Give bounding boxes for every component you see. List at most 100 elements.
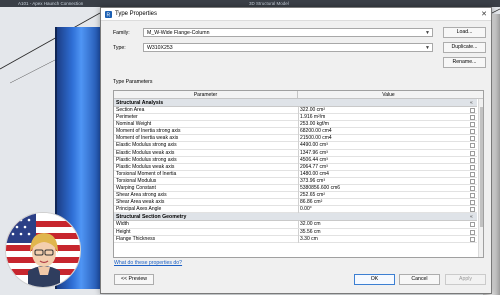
parameter-row[interactable]: Torsional Modulus 373.96 cm³ [114,177,477,186]
parameter-checkbox[interactable] [470,193,475,199]
parameter-row[interactable]: Moment of Inertia strong axis 68200.00 cm… [114,128,477,136]
parameter-row[interactable]: Moment of Inertia weak axis 21500.00 cm4 [114,135,477,143]
parameter-checkbox[interactable] [470,207,475,213]
parameter-value[interactable]: 1480.00 cm4 [300,171,465,178]
parameter-row[interactable]: Torsional Moment of Inertia 1480.00 cm4 [114,170,477,178]
parameter-row[interactable]: Plastic Modulus strong axis 4506.44 cm³ [114,156,477,164]
family-label: Family: [113,30,130,36]
type-properties-dialog: R Type Properties ✕ Family: M_W-Wide Fla… [100,7,492,294]
parameter-value[interactable]: 32.00 cm [300,221,465,228]
parameter-name: Flange Thickness [116,235,156,242]
parameter-name: Plastic Modulus weak axis [116,163,175,170]
parameter-value[interactable]: 1.916 m²/m [300,114,465,121]
parameter-name: Nominal Weight [116,121,152,128]
help-link[interactable]: What do these properties do? [114,260,182,267]
parameter-value[interactable]: 86.86 cm² [300,199,465,206]
close-icon[interactable]: ✕ [479,10,489,19]
load-button[interactable]: Load... [443,27,486,38]
type-parameters-label: Type Parameters [113,79,153,85]
parameter-row[interactable]: Plastic Modulus weak axis 2064.77 cm³ [114,163,477,171]
parameter-checkbox[interactable] [470,178,475,184]
parameter-row[interactable]: Elastic Modulus weak axis 1347.96 cm³ [114,149,477,157]
parameter-name: Torsional Modulus [116,177,157,184]
apply-button[interactable]: Apply [445,274,486,285]
scrollbar-thumb[interactable] [480,107,483,227]
ok-button[interactable]: OK [354,274,395,285]
parameter-value[interactable]: 253.00 kgf/m [300,121,465,128]
parameter-name: Perimeter [116,114,138,121]
parameter-value[interactable]: 4506.44 cm³ [300,157,465,164]
parameter-row[interactable]: Nominal Weight 253.00 kgf/m [114,121,477,129]
parameter-checkbox[interactable] [470,136,475,142]
preview-button[interactable]: << Preview [114,274,154,285]
column-divider [298,142,299,150]
parameter-value[interactable]: 5380856.600 cm6 [300,185,465,192]
parameter-checkbox[interactable] [470,171,475,177]
parameter-row[interactable]: Height 35.56 cm [114,228,477,236]
parameter-checkbox[interactable] [470,129,475,135]
duplicate-button[interactable]: Duplicate... [443,42,486,53]
parameter-value[interactable]: 252.65 cm² [300,192,465,199]
parameter-checkbox[interactable] [470,229,475,235]
parameter-name: Torsional Moment of Inertia [116,170,177,177]
column-divider [298,221,299,229]
parameter-row[interactable]: Section Area 322.00 cm² [114,107,477,115]
parameter-value[interactable]: 373.96 cm³ [300,178,465,185]
parameter-checkbox[interactable] [470,236,475,242]
view-tab-3d[interactable]: 3D Structural Model [245,0,293,7]
parameter-name: Principal Axes Angle [116,206,162,213]
parameter-value[interactable]: 35.56 cm [300,229,465,236]
parameter-checkbox[interactable] [470,200,475,206]
parameter-value[interactable]: 0.00° [300,206,465,213]
parameter-row[interactable]: Perimeter 1.916 m²/m [114,114,477,122]
parameter-name: Warping Constant [116,185,156,192]
parameter-value[interactable]: 322.00 cm² [300,107,465,114]
parameter-checkbox[interactable] [470,222,475,228]
parameter-value[interactable]: 21500.00 cm4 [300,135,465,142]
parameter-group-title: Structural Section Geometry [116,214,187,221]
parameter-name: Moment of Inertia weak axis [116,135,179,142]
parameter-row[interactable]: Shear Area strong axis 252.65 cm² [114,192,477,200]
rename-button[interactable]: Rename... [443,57,486,68]
cancel-button[interactable]: Cancel [399,274,440,285]
parameter-group[interactable]: Structural Analysis « [114,99,477,107]
parameter-checkbox[interactable] [470,164,475,170]
family-select[interactable]: M_W-Wide Flange-Column ▼ [143,28,433,37]
column-divider [298,170,299,178]
parameter-value[interactable]: 1347.96 cm³ [300,150,465,157]
parameter-name: Plastic Modulus strong axis [116,156,177,163]
parameter-checkbox[interactable] [470,115,475,121]
type-parameters-grid: Parameter Value Structural Analysis «Sect… [113,90,484,258]
collapse-icon[interactable]: « [470,213,473,221]
parameter-value[interactable]: 3.30 cm [300,236,465,243]
parameter-row[interactable]: Shear Area weak axis 86.86 cm² [114,199,477,207]
parameter-value[interactable]: 2064.77 cm³ [300,164,465,171]
parameter-checkbox[interactable] [470,122,475,128]
type-select[interactable]: W310X253 ▼ [143,43,433,52]
column-divider [298,235,299,243]
parameter-value[interactable]: 4490.00 cm³ [300,142,465,149]
parameter-group[interactable]: Structural Section Geometry « [114,213,477,222]
grid-scrollbar[interactable] [478,99,483,257]
view-tab-connection[interactable]: A101 - Apex Haunch Connection [14,0,87,7]
collapse-icon[interactable]: « [470,99,473,107]
parameter-checkbox[interactable] [470,150,475,156]
column-divider [298,107,299,114]
parameter-name: Height [116,228,131,235]
parameter-checkbox[interactable] [470,143,475,149]
column-header-value[interactable]: Value [298,91,479,99]
dialog-titlebar[interactable]: R Type Properties ✕ [101,8,491,21]
parameter-checkbox[interactable] [470,186,475,192]
parameter-row[interactable]: Principal Axes Angle 0.00° [114,206,477,214]
parameter-checkbox[interactable] [470,157,475,163]
parameter-checkbox[interactable] [470,108,475,113]
parameter-row[interactable]: Elastic Modulus strong axis 4490.00 cm³ [114,142,477,150]
parameter-row[interactable]: Flange Thickness 3.30 cm [114,235,477,243]
parameter-value[interactable]: 68200.00 cm4 [300,128,465,135]
parameter-row[interactable]: Warping Constant 5380856.600 cm6 [114,185,477,193]
parameter-name: Shear Area strong axis [116,192,167,199]
chevron-down-icon: ▼ [425,45,430,51]
column-header-parameter[interactable]: Parameter [114,91,298,99]
parameter-row[interactable]: Width 32.00 cm [114,221,477,229]
type-label: Type: [113,45,126,51]
